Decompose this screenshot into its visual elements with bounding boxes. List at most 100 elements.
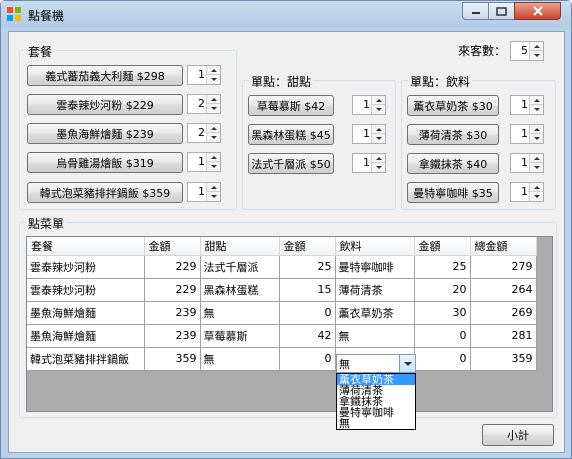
dropdown-option[interactable]: 薄荷清茶 [337,385,415,396]
chevron-up-icon[interactable] [372,125,385,134]
subtotal-button[interactable]: 小計 [482,424,554,446]
title-bar[interactable]: 點餐機 [1,1,571,27]
dessert-qty-3[interactable]: 1 [352,153,386,173]
cell-set[interactable]: 雲泰辣炒河粉 [27,278,145,302]
chevron-up-icon[interactable] [207,183,220,192]
dessert-qty-1[interactable]: 1 [352,95,386,115]
cell-dessert-price[interactable]: 0 [279,301,336,325]
drink-button-2[interactable]: 薄荷清茶 $30 [407,124,499,145]
cell-set-price[interactable]: 239 [144,324,201,348]
drink-qty-1[interactable]: 1 [510,95,544,115]
cell-drink-price[interactable]: 30 [414,301,471,325]
table-row[interactable]: 雲泰辣炒河粉 229 法式千層派 25 曼特寧咖啡 25 279 [27,255,537,279]
table-row[interactable]: 韓式泡菜豬排拌鍋飯 359 無 0 0 359 [27,347,537,371]
chevron-down-icon[interactable] [530,192,543,201]
cell-drink[interactable]: 曼特寧咖啡 [335,255,415,279]
drink-button-4[interactable]: 曼特寧咖啡 $35 [407,182,499,203]
cell-dessert-price[interactable]: 0 [279,347,336,371]
chevron-up-icon[interactable] [530,125,543,134]
dropdown-option[interactable]: 曼特寧咖啡 [337,407,415,418]
set-meal-qty-1[interactable]: 1 [187,65,221,85]
cell-set[interactable]: 墨魚海鮮燴麵 [27,324,145,348]
chevron-up-icon[interactable] [207,95,220,104]
cell-set-price[interactable]: 229 [144,255,201,279]
cell-dessert-price[interactable]: 42 [279,324,336,348]
dessert-button-3[interactable]: 法式千層派 $50 [248,153,334,174]
cell-set[interactable]: 韓式泡菜豬排拌鍋飯 [27,347,145,371]
set-meal-button-2[interactable]: 雲泰辣炒河粉 $229 [27,94,183,115]
set-meal-button-4[interactable]: 烏骨雞湯燴飯 $319 [27,152,183,173]
order-grid[interactable]: 套餐 金額 甜點 金額 飲料 金額 總金額 雲泰辣炒河粉 229 法式千層派 2 [26,236,553,412]
chevron-up-icon[interactable] [372,96,385,105]
cell-total[interactable]: 264 [470,278,537,302]
chevron-up-icon[interactable] [530,96,543,105]
set-meal-button-3[interactable]: 墨魚海鮮燴麵 $239 [27,123,183,144]
column-header-drink[interactable]: 飲料 [335,237,415,256]
chevron-down-icon[interactable] [207,192,220,201]
dropdown-option[interactable]: 薰衣草奶茶 [337,374,415,385]
cell-dessert[interactable]: 無 [200,301,280,325]
chevron-up-icon[interactable] [207,124,220,133]
cell-set-price[interactable]: 239 [144,301,201,325]
cell-total[interactable]: 279 [470,255,537,279]
column-header-total[interactable]: 總金額 [470,237,537,256]
drink-button-1[interactable]: 薰衣草奶茶 $30 [407,95,499,116]
dessert-qty-2[interactable]: 1 [352,124,386,144]
chevron-down-icon[interactable] [530,105,543,114]
drink-combo-box[interactable]: 無 [336,354,416,373]
column-header-dessert-price[interactable]: 金額 [279,237,336,256]
dessert-button-1[interactable]: 草莓慕斯 $42 [248,95,334,116]
table-row[interactable]: 墨魚海鮮燴麵 239 草莓慕斯 42 無 0 281 [27,324,537,348]
chevron-down-icon[interactable] [207,162,220,171]
chevron-down-icon[interactable] [207,75,220,84]
chevron-up-icon[interactable] [530,42,543,51]
drink-qty-3[interactable]: 1 [510,153,544,173]
drink-qty-2[interactable]: 1 [510,124,544,144]
dropdown-option[interactable]: 無 [337,418,415,429]
cell-set-price[interactable]: 229 [144,278,201,302]
cell-total[interactable]: 281 [470,324,537,348]
cell-dessert[interactable]: 無 [200,347,280,371]
chevron-up-icon[interactable] [530,183,543,192]
chevron-up-icon[interactable] [207,66,220,75]
set-meal-qty-4[interactable]: 1 [187,152,221,172]
drink-button-3[interactable]: 拿鐵抹茶 $40 [407,153,499,174]
cell-set-price[interactable]: 359 [144,347,201,371]
chevron-up-icon[interactable] [207,153,220,162]
column-header-dessert[interactable]: 甜點 [200,237,280,256]
chevron-down-icon[interactable] [372,134,385,143]
minimize-button[interactable] [462,2,489,20]
chevron-down-icon[interactable] [530,51,543,60]
chevron-down-icon[interactable] [372,163,385,172]
table-row[interactable]: 雲泰辣炒河粉 229 黑森林蛋糕 15 薄荷清茶 20 264 [27,278,537,302]
cell-set[interactable]: 雲泰辣炒河粉 [27,255,145,279]
cell-dessert-price[interactable]: 15 [279,278,336,302]
cell-dessert[interactable]: 草莓慕斯 [200,324,280,348]
maximize-button[interactable] [488,2,515,20]
drink-qty-4[interactable]: 1 [510,182,544,202]
guest-count-stepper[interactable]: 5 [510,41,544,61]
column-header-set[interactable]: 套餐 [27,237,145,256]
chevron-down-icon[interactable] [207,104,220,113]
set-meal-qty-5[interactable]: 1 [187,182,221,202]
cell-drink-price[interactable]: 0 [414,324,471,348]
table-row[interactable]: 墨魚海鮮燴麵 239 無 0 薰衣草奶茶 30 269 [27,301,537,325]
cell-total[interactable]: 359 [470,347,537,371]
cell-total[interactable]: 269 [470,301,537,325]
cell-drink[interactable]: 無 [335,324,415,348]
dessert-button-2[interactable]: 黑森林蛋糕 $45 [248,124,334,145]
chevron-down-icon[interactable] [207,133,220,142]
column-header-set-price[interactable]: 金額 [144,237,201,256]
chevron-down-icon[interactable] [530,163,543,172]
cell-set[interactable]: 墨魚海鮮燴麵 [27,301,145,325]
chevron-up-icon[interactable] [530,154,543,163]
chevron-down-icon[interactable] [530,134,543,143]
set-meal-button-1[interactable]: 義式蕃茄義大利麵 $298 [27,65,183,86]
cell-drink-price[interactable]: 25 [414,255,471,279]
cell-drink[interactable]: 薰衣草奶茶 [335,301,415,325]
cell-dessert[interactable]: 法式千層派 [200,255,280,279]
cell-drink[interactable]: 薄荷清茶 [335,278,415,302]
cell-dessert[interactable]: 黑森林蛋糕 [200,278,280,302]
cell-drink-price[interactable]: 0 [414,347,471,371]
set-meal-qty-3[interactable]: 2 [187,123,221,143]
